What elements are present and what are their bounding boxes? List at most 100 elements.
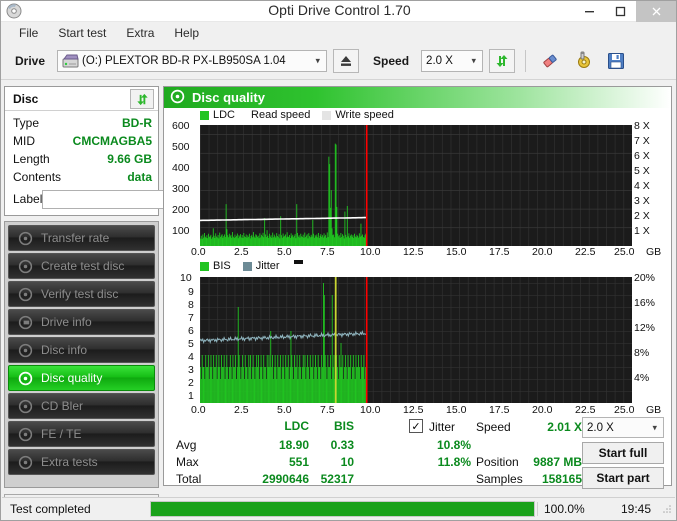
speed-select[interactable]: 2.0 X ▾ <box>421 50 484 72</box>
stats-speed-label: Speed <box>476 420 511 434</box>
sidebar-item-fe-te[interactable]: FE / TE <box>8 421 155 447</box>
disc-quality-panel: Disc quality LDC Read speed Write speed … <box>163 86 672 489</box>
ldc-ytick-600: 600 <box>172 120 190 132</box>
disc-burn-icon <box>17 258 33 274</box>
bis-xaxis-unit: GB <box>646 404 662 416</box>
bis-ytick-4: 4 <box>188 351 194 363</box>
drive-select[interactable]: (O:) PLEXTOR BD-R PX-LB950SA 1.04 ▾ <box>57 50 328 73</box>
ldc-y2tick-8x: 8 X <box>634 120 650 132</box>
toolbar-separator <box>525 50 527 72</box>
stats-avg-ldc: 18.90 <box>278 438 309 452</box>
sidebar-item-label: CD Bler <box>41 399 84 413</box>
ldc-xtick-10: 25.0 <box>614 246 635 258</box>
ldc-y2tick-2x: 2 X <box>634 210 650 222</box>
window-controls <box>574 1 676 22</box>
sidebar-item-label: Disc info <box>41 343 88 357</box>
refresh-button[interactable] <box>489 49 516 73</box>
start-full-button[interactable]: Start full <box>582 442 664 464</box>
sidebar-item-create-test-disc[interactable]: Create test disc <box>8 253 155 279</box>
speed-label: Speed <box>373 54 410 68</box>
ldc-xtick-4: 10.0 <box>360 246 381 258</box>
legend-label-bis: BIS <box>213 260 231 272</box>
speed-value: 2.0 X <box>426 55 453 67</box>
disc-label-label: Label <box>13 192 43 206</box>
stats-header-bis: BIS <box>333 419 354 433</box>
sidebar-item-label: FE / TE <box>41 427 82 441</box>
disc-panel-header: Disc <box>5 87 158 111</box>
save-button[interactable] <box>602 48 629 74</box>
test-speed-select[interactable]: 2.0 X ▾ <box>582 417 664 438</box>
legend-swatch-jitter <box>242 261 252 271</box>
bis-chart-legend: BIS Jitter <box>200 260 303 272</box>
ldc-chart-legend: LDC Read speed Write speed <box>200 109 394 121</box>
bis-xtick-4: 10.0 <box>360 404 381 416</box>
disc-row-label: Label <box>13 187 248 211</box>
stats-position-label: Position <box>476 455 519 469</box>
jitter-checkbox[interactable]: ✓ <box>409 419 423 433</box>
minimize-button[interactable] <box>574 1 605 22</box>
menu-help[interactable]: Help <box>166 24 207 42</box>
bis-xtick-8: 20.0 <box>532 404 553 416</box>
menu-file[interactable]: File <box>11 24 46 42</box>
sidebar-item-transfer-rate[interactable]: Transfer rate <box>8 225 155 251</box>
disc-refresh-button[interactable] <box>130 89 154 109</box>
chevron-down-icon: ▾ <box>471 55 477 66</box>
disc-test-icon <box>17 230 33 246</box>
drive-info-icon <box>17 314 33 330</box>
bis-xtick-10: 25.0 <box>614 404 635 416</box>
stats-header-jitter: Jitter <box>429 420 456 434</box>
bis-y2tick-4: 4% <box>634 372 650 384</box>
legend-marker-black <box>293 260 303 264</box>
erase-button[interactable] <box>536 48 563 74</box>
disc-row-mid: MID CMCMAGBA5 <box>13 132 152 150</box>
settings-tools-button[interactable] <box>569 48 596 74</box>
stats-panel: LDC BIS ✓ Jitter Avg 18.90 0.33 10.8% Ma… <box>164 417 671 489</box>
stats-max-bis: 10 <box>340 455 354 469</box>
close-button[interactable] <box>636 1 676 22</box>
drive-icon <box>62 53 79 73</box>
bis-ytick-10: 10 <box>180 272 192 284</box>
bis-ytick-3: 3 <box>188 364 194 376</box>
eject-button[interactable] <box>333 49 360 73</box>
bis-ytick-9: 9 <box>188 286 194 298</box>
sidebar-item-extra-tests[interactable]: Extra tests <box>8 449 155 475</box>
sidebar-item-drive-info[interactable]: Drive info <box>8 309 155 335</box>
stats-max-ldc: 551 <box>288 455 309 469</box>
sidebar-item-cd-bler[interactable]: CD Bler <box>8 393 155 419</box>
ldc-ytick-500: 500 <box>172 141 190 153</box>
progress-fill <box>151 501 534 516</box>
disc-contents-label: Contents <box>13 170 62 184</box>
menu-start-test[interactable]: Start test <box>50 24 114 42</box>
menu-bar: File Start test Extra Help <box>1 22 676 43</box>
sidebar-item-verify-test-disc[interactable]: Verify test disc <box>8 281 155 307</box>
stats-avg-jitter: 10.8% <box>436 438 471 452</box>
menu-extra[interactable]: Extra <box>118 24 162 42</box>
legend-swatch-write-speed <box>322 110 332 120</box>
sidebar-item-disc-quality[interactable]: Disc quality <box>8 365 155 391</box>
stats-speed-value: 2.01 X <box>547 420 582 434</box>
ldc-y2tick-4x: 4 X <box>634 180 650 192</box>
resize-grip[interactable] <box>661 502 675 516</box>
disc-length-value: 9.66 GB <box>107 152 152 166</box>
bis-y2tick-8: 8% <box>634 347 650 359</box>
sidebar: Disc Type BD-R MID CMCMAGBA5 Length 9.66… <box>4 86 248 516</box>
progress-bar <box>150 500 535 517</box>
sidebar-item-disc-info[interactable]: Disc info <box>8 337 155 363</box>
ldc-ytick-100: 100 <box>172 225 190 237</box>
bis-y2tick-12: 12% <box>634 322 656 334</box>
stats-row-total-label: Total <box>176 472 202 486</box>
panel-title: Disc quality <box>192 90 265 105</box>
ldc-xtick-1: 2.5 <box>234 246 249 258</box>
disc-row-contents: Contents data <box>13 168 152 186</box>
bis-xtick-2: 5.0 <box>277 404 292 416</box>
extra-tests-icon <box>17 454 33 470</box>
title-bar: Opti Drive Control 1.70 <box>1 1 676 22</box>
stats-header-ldc: LDC <box>284 419 309 433</box>
start-part-button[interactable]: Start part <box>582 467 664 489</box>
disc-info-panel: Disc Type BD-R MID CMCMAGBA5 Length 9.66… <box>4 86 248 216</box>
maximize-button[interactable] <box>605 1 636 22</box>
stats-total-ldc: 2990646 <box>262 472 309 486</box>
ldc-xaxis-unit: GB <box>646 246 662 258</box>
ldc-y2tick-5x: 5 X <box>634 165 650 177</box>
legend-swatch-bis <box>200 261 209 271</box>
